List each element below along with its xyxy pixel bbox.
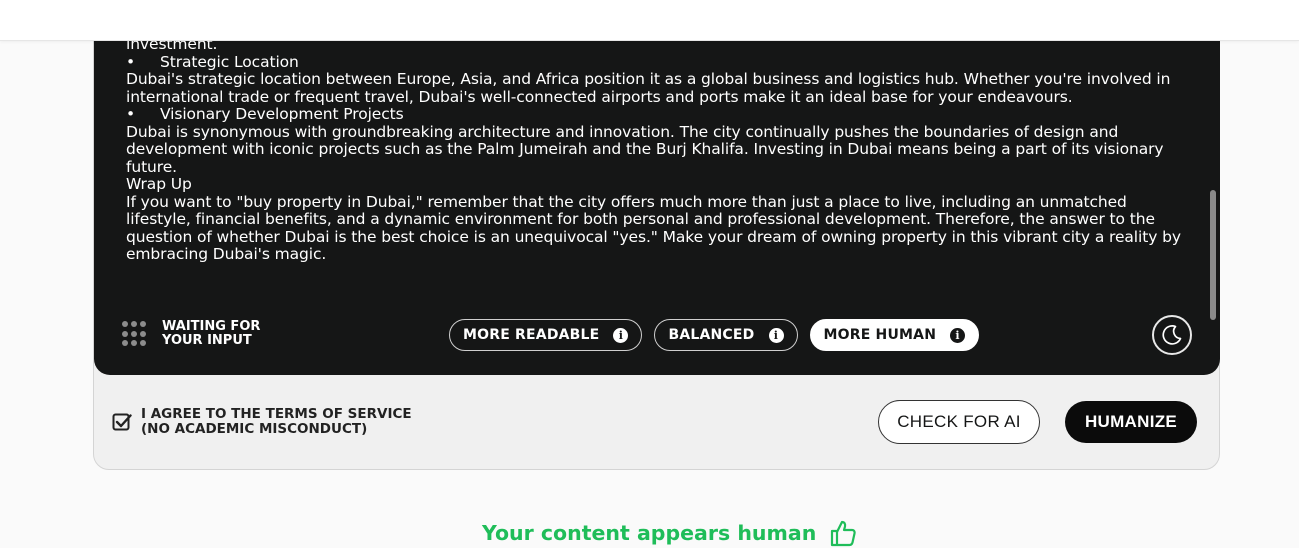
mode-balanced-button[interactable]: BALANCED i [654, 319, 798, 351]
bullet-marker: • [126, 52, 136, 71]
terms-line-1: I AGREE TO THE TERMS OF SERVICE [141, 406, 412, 422]
mode-label: MORE READABLE [463, 327, 600, 343]
terms-label: I AGREE TO THE TERMS OF SERVICE (NO ACAD… [141, 407, 412, 437]
dots-grid-icon [122, 321, 148, 347]
status-text: WAITING FOR YOUR INPUT [162, 320, 260, 348]
info-icon[interactable]: i [613, 327, 629, 343]
theme-toggle-button[interactable] [1152, 315, 1192, 355]
result-text: Your content appears human [482, 521, 817, 545]
thumbs-up-icon [831, 520, 857, 547]
editor-content[interactable]: investment. • Strategic Location Dubai's st… [126, 36, 1196, 300]
mode-label: MORE HUMAN [823, 327, 937, 343]
editor-bullet-line: • Strategic Location [126, 52, 1196, 72]
editor-paragraph: Dubai is synonymous with groundbreaking … [126, 122, 1169, 176]
mode-label: BALANCED [668, 327, 755, 343]
terms-agreement[interactable]: I AGREE TO THE TERMS OF SERVICE (NO ACAD… [112, 407, 412, 437]
mode-selector: MORE READABLE i BALANCED i MORE HUMAN i [449, 319, 980, 351]
checkbox-checked-icon[interactable] [112, 412, 132, 432]
info-icon[interactable]: i [950, 327, 966, 343]
editor-paragraph: If you want to "buy property in Dubai," … [126, 192, 1186, 263]
mode-more-readable-button[interactable]: MORE READABLE i [449, 319, 643, 351]
terms-line-2: (NO ACADEMIC MISCONDUCT) [141, 421, 368, 437]
info-icon[interactable]: i [768, 327, 784, 343]
top-navigation-bar [0, 0, 1299, 41]
editor-scrollbar[interactable] [1210, 40, 1216, 322]
result-message: Your content appears human [482, 518, 858, 548]
moon-icon [1162, 325, 1182, 345]
status-line-1: WAITING FOR [162, 319, 261, 334]
status-line-2: YOUR INPUT [162, 333, 252, 348]
status-indicator: WAITING FOR YOUR INPUT [122, 320, 260, 348]
scrollbar-thumb[interactable] [1210, 190, 1216, 320]
bullet-marker: • [126, 105, 136, 123]
text-editor[interactable]: investment. • Strategic Location Dubai's st… [94, 20, 1220, 375]
check-for-ai-button[interactable]: CHECK FOR AI [878, 400, 1040, 444]
bullet-text: Strategic Location [160, 52, 299, 71]
editor-paragraph: Dubai's strategic location between Europ… [126, 70, 1176, 106]
editor-bullet-line: • Visionary Development Projects [126, 105, 1196, 124]
mode-more-human-button[interactable]: MORE HUMAN i [809, 319, 980, 351]
bullet-text: Visionary Development Projects [160, 105, 404, 123]
editor-paragraph: Wrap Up [126, 175, 192, 193]
humanize-button[interactable]: HUMANIZE [1065, 401, 1197, 443]
